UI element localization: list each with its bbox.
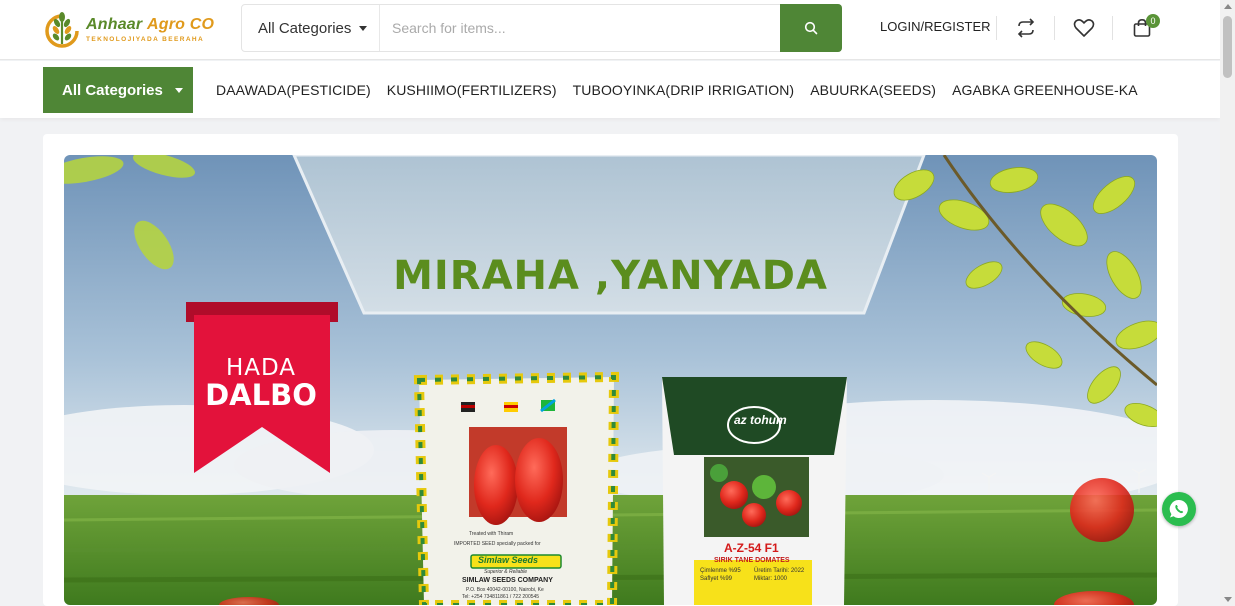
brand-name-part1: Anhaar <box>86 15 147 33</box>
scroll-up-arrow-icon[interactable] <box>1224 4 1232 9</box>
scroll-down-arrow-icon[interactable] <box>1224 597 1232 602</box>
cart-count-badge: 0 <box>1146 14 1160 28</box>
nav-links: DAAWADA(PESTICIDE) KUSHIIMO(FERTILIZERS)… <box>216 82 1138 98</box>
compare-button[interactable] <box>1014 16 1038 40</box>
scroll-thumb[interactable] <box>1223 16 1232 78</box>
heart-icon <box>1073 19 1095 37</box>
packet2-line2: Saflyet %99 <box>700 576 733 582</box>
all-categories-label: All Categories <box>62 81 163 99</box>
nav-link-drip-irrigation[interactable]: TUBOOYINKA(DRIP IRRIGATION) <box>573 82 795 98</box>
wishlist-button[interactable] <box>1072 16 1096 40</box>
packet1-address: P.O. Box 40042-00100, Nairobi, Ke <box>466 587 544 593</box>
packet2-desc: SIRIK TANE DOMATES <box>714 557 790 564</box>
search-input[interactable] <box>380 5 780 51</box>
banner-title: MIRAHA ,YANYADA <box>393 253 828 299</box>
page-scrollbar[interactable] <box>1220 0 1235 606</box>
nav-link-fertilizers[interactable]: KUSHIIMO(FERTILIZERS) <box>387 82 557 98</box>
ribbon-text-line2: DALBO <box>205 378 317 412</box>
packet1-treated: Treated with Thiram <box>469 531 514 537</box>
search-category-label: All Categories <box>258 19 352 37</box>
top-header: Anhaar Agro CO TEKNOLOJIYADA BEERAHA All… <box>0 0 1220 60</box>
packet2-line4: Miktar: 1000 <box>754 576 788 582</box>
packet2-variety: A-Z-54 F1 <box>724 541 779 555</box>
main-nav: All Categories DAAWADA(PESTICIDE) KUSHII… <box>0 61 1220 118</box>
brand-name-part2: Agro CO <box>146 15 215 33</box>
whatsapp-icon <box>1169 499 1188 518</box>
whatsapp-button[interactable] <box>1162 492 1196 526</box>
login-register-link[interactable]: LOGIN/REGISTER <box>880 19 991 34</box>
brand-name: Anhaar Agro CO <box>86 16 214 34</box>
nav-link-seeds[interactable]: ABUURKA(SEEDS) <box>810 82 936 98</box>
search-bar: All Categories <box>241 4 842 52</box>
brand-logo[interactable]: Anhaar Agro CO TEKNOLOJIYADA BEERAHA <box>42 8 214 50</box>
search-button[interactable] <box>780 4 842 52</box>
packet1-brand: Simlaw Seeds <box>478 555 539 565</box>
divider <box>1112 16 1113 40</box>
divider <box>1054 16 1055 40</box>
packet1-imported: IMPORTED SEED specially packed for <box>454 541 541 547</box>
compare-arrows-icon <box>1017 18 1035 38</box>
caret-down-icon <box>359 25 368 31</box>
nav-link-greenhouse[interactable]: AGABKA GREENHOUSE-KA <box>952 82 1138 98</box>
search-category-select[interactable]: All Categories <box>242 5 380 51</box>
divider <box>996 16 997 40</box>
hero-banner[interactable]: MIRAHA ,YANYADA HADA DALBO Treated with … <box>64 155 1157 605</box>
caret-down-icon <box>174 87 183 93</box>
packet1-company: SIMLAW SEEDS COMPANY <box>462 577 553 584</box>
all-categories-button[interactable]: All Categories <box>43 67 193 113</box>
search-icon <box>804 21 818 35</box>
wheat-logo-icon <box>45 12 79 48</box>
packet2-logo: az tohum <box>734 413 787 427</box>
brand-tagline: TEKNOLOJIYADA BEERAHA <box>86 35 205 43</box>
packet1-sub: Superior & Reliable <box>484 569 528 575</box>
nav-link-pesticide[interactable]: DAAWADA(PESTICIDE) <box>216 82 371 98</box>
packet1-phone: Tel: +254 734811861 / 722 200545 <box>462 594 540 600</box>
packet2-line1: Çimlenme %95 <box>700 568 741 574</box>
packet2-line3: Üretim Tarihi: 2022 <box>754 568 805 574</box>
